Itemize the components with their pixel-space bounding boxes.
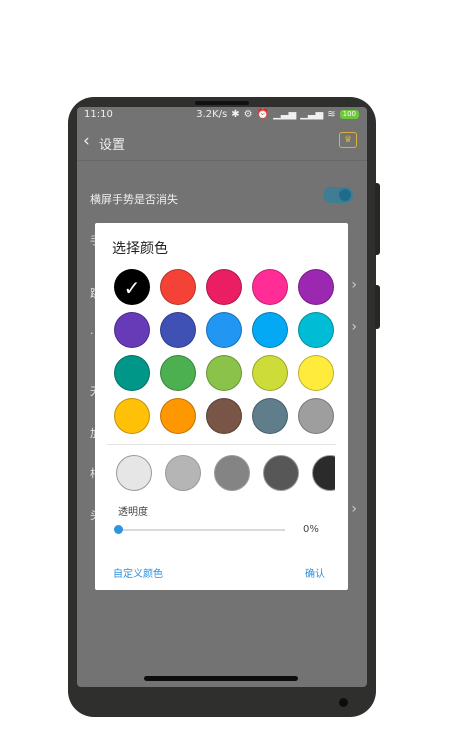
chevron-right-icon: › xyxy=(351,277,357,293)
status-icons: 3.2K/s ✱ ⚙ ⏰ ▁▃▅ ▁▃▅ ≋ 100 xyxy=(196,109,359,120)
color-swatch[interactable] xyxy=(298,355,334,391)
opacity-label: 透明度 xyxy=(118,507,148,518)
color-swatch[interactable] xyxy=(160,269,196,305)
status-time: 11:10 xyxy=(84,109,113,120)
gray-swatch[interactable] xyxy=(165,455,201,491)
signal-icon: ▁▃▅ xyxy=(273,109,297,120)
landscape-gesture-toggle[interactable] xyxy=(323,187,353,203)
chevron-right-icon: › xyxy=(351,319,357,335)
check-icon: ✓ xyxy=(123,276,141,300)
opacity-slider-track[interactable] xyxy=(119,529,285,531)
app-header: ‹ 设置 ♛ xyxy=(77,127,367,159)
gray-swatch-row xyxy=(95,453,335,493)
gray-swatch[interactable] xyxy=(263,455,299,491)
color-swatch[interactable] xyxy=(298,398,334,434)
camera-dot xyxy=(339,698,348,707)
color-swatch[interactable] xyxy=(252,312,288,348)
color-swatch[interactable]: ✓ xyxy=(114,269,150,305)
color-swatch[interactable] xyxy=(206,269,242,305)
color-swatch[interactable] xyxy=(206,355,242,391)
color-swatch[interactable] xyxy=(252,355,288,391)
dialog-title: 选择颜色 xyxy=(112,241,168,257)
battery-icon: 100 xyxy=(339,110,359,119)
opacity-value: 0% xyxy=(303,524,319,535)
color-swatch[interactable] xyxy=(252,269,288,305)
back-chevron-icon[interactable]: ‹ xyxy=(83,131,90,151)
alarm-icon: ⏰ xyxy=(256,109,270,120)
color-swatch[interactable] xyxy=(160,312,196,348)
confirm-button[interactable]: 确认 xyxy=(305,565,325,580)
toggle-knob xyxy=(339,189,351,201)
color-swatch[interactable] xyxy=(298,269,334,305)
gray-swatch[interactable] xyxy=(214,455,250,491)
bluetooth-icon: ✱ xyxy=(231,109,240,120)
home-indicator xyxy=(144,676,298,681)
header-divider xyxy=(77,160,367,161)
signal-icon: ▁▃▅ xyxy=(300,109,324,120)
network-speed: 3.2K/s xyxy=(196,109,228,120)
color-swatch[interactable] xyxy=(114,398,150,434)
custom-color-button[interactable]: 自定义颜色 xyxy=(113,565,163,580)
wifi-icon: ≋ xyxy=(327,109,336,120)
gear-icon: ⚙ xyxy=(243,109,253,120)
vip-crown-icon[interactable]: ♛ xyxy=(339,132,357,148)
color-swatch[interactable] xyxy=(206,398,242,434)
chevron-right-icon: › xyxy=(351,501,357,517)
gray-swatch[interactable] xyxy=(116,455,152,491)
color-swatch[interactable] xyxy=(298,312,334,348)
setting-landscape-gesture: 横屏手势是否消失 xyxy=(90,193,178,206)
speaker xyxy=(195,101,249,105)
status-bar: 11:10 3.2K/s ✱ ⚙ ⏰ ▁▃▅ ▁▃▅ ≋ 100 xyxy=(77,107,367,123)
color-swatch[interactable] xyxy=(114,312,150,348)
volume-button xyxy=(375,285,380,329)
color-swatch[interactable] xyxy=(114,355,150,391)
dialog-divider xyxy=(107,444,336,445)
power-button xyxy=(375,183,380,255)
color-swatch[interactable] xyxy=(252,398,288,434)
bg-setting-partial: · xyxy=(90,327,94,340)
color-swatch[interactable] xyxy=(160,355,196,391)
gray-swatch[interactable] xyxy=(312,455,335,491)
color-swatch[interactable] xyxy=(206,312,242,348)
color-swatch[interactable] xyxy=(160,398,196,434)
page-title: 设置 xyxy=(99,138,126,153)
color-picker-dialog: 选择颜色 ✓ 透明度 0% 自定义颜色 确认 xyxy=(95,223,348,590)
opacity-slider-thumb[interactable] xyxy=(114,525,123,534)
